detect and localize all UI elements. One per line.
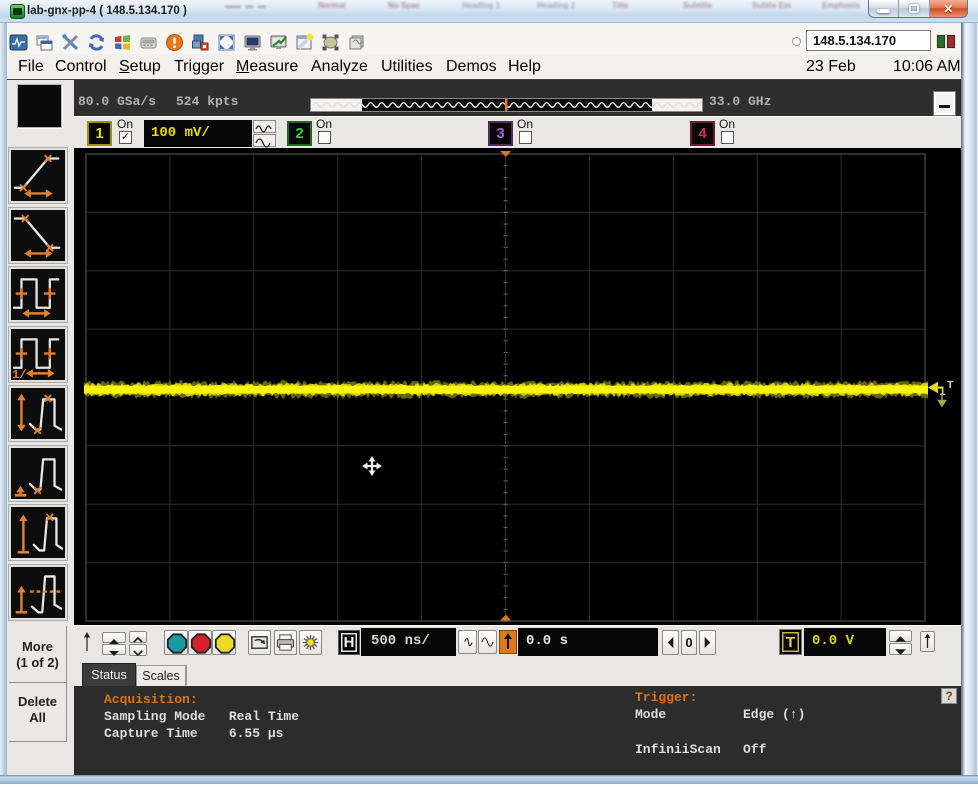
svg-text:T: T bbox=[947, 379, 954, 391]
svg-text:1/: 1/ bbox=[12, 368, 27, 380]
